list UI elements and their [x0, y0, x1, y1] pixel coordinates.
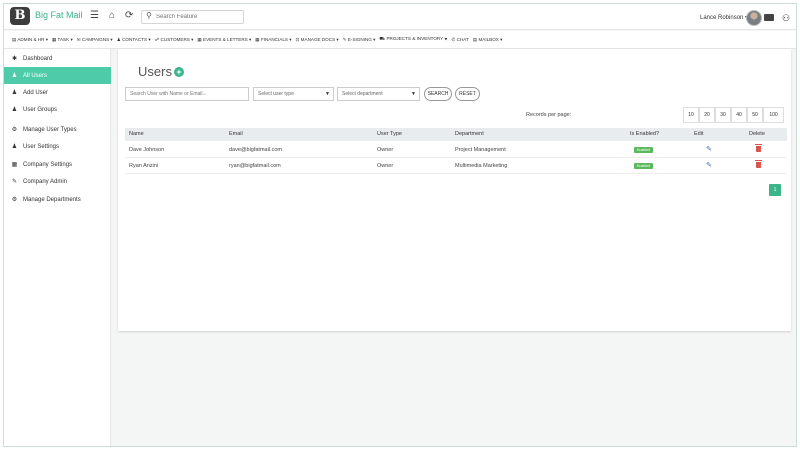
search-icon: ⚲: [146, 11, 152, 20]
search-button[interactable]: SEARCH: [424, 87, 452, 101]
edit-pencil-icon[interactable]: ✎: [706, 145, 712, 153]
department-value: Select department: [342, 91, 383, 97]
table-header: Name Email User Type Department Is Enabl…: [125, 128, 787, 141]
sidebar-item-all-users[interactable]: ♟ All Users: [4, 67, 111, 84]
sidebar-item-dashboard[interactable]: ✱ Dashboard: [4, 50, 111, 67]
cell-department: Multimedia Marketing: [455, 163, 508, 169]
sidebar-item-user-groups[interactable]: ♟ User Groups: [4, 101, 111, 118]
records-per-page-label: Records per page:: [526, 112, 572, 118]
hamburger-menu-icon[interactable]: ☰: [90, 10, 99, 22]
column-delete: Delete: [749, 131, 765, 137]
status-badge: Enabled: [634, 147, 654, 153]
users-icon: ♟: [11, 107, 18, 113]
sidebar-item-label: User Settings: [23, 143, 60, 150]
nav-manage-docs[interactable]: ⊡ MANAGE DOCS ▾: [296, 37, 339, 43]
dashboard-icon: ✱: [11, 56, 18, 62]
cell-name: Dave Johnson: [129, 147, 165, 153]
nav-e-signing[interactable]: ✎ E-SIGNING ▾: [343, 37, 376, 43]
sidebar-item-company-admin[interactable]: ✎ Company Admin: [4, 173, 111, 190]
sidebar-item-label: Dashboard: [23, 55, 53, 62]
records-option-30[interactable]: 30: [715, 107, 731, 123]
sidebar-item-label: Manage Departments: [23, 196, 81, 203]
trash-icon[interactable]: [755, 160, 762, 168]
main-nav: ▤ ADMIN & HR ▾ ▦ TASK ▾ ✉ CAMPAIGNS ▾ ♟ …: [4, 31, 796, 49]
column-email[interactable]: Email: [229, 131, 243, 137]
sidebar-item-company-settings[interactable]: ▦ Company Settings: [4, 156, 111, 173]
trash-icon[interactable]: [755, 144, 762, 152]
nav-campaigns[interactable]: ✉ CAMPAIGNS ▾: [77, 37, 113, 43]
cell-department: Project Management: [455, 147, 506, 153]
status-badge: Enabled: [634, 163, 654, 169]
wrench-icon: ✎: [11, 179, 18, 185]
app-logo[interactable]: B: [10, 7, 30, 25]
nav-customers[interactable]: ☍ CUSTOMERS ▾: [155, 37, 194, 43]
user-menu[interactable]: Lance Robinson ▾: [700, 14, 748, 21]
sidebar-item-label: User Groups: [23, 106, 58, 113]
sidebar-item-add-user[interactable]: ♟ Add User: [4, 84, 111, 101]
feature-search[interactable]: ⚲: [141, 10, 244, 24]
user-icon: ♟: [11, 73, 18, 79]
nav-mailbox[interactable]: ▤ MAILBOX ▾: [473, 37, 503, 43]
cell-email: dave@bigfatmail.com: [229, 147, 282, 153]
chevron-down-icon: ▼: [325, 91, 330, 97]
app-window: B Big Fat Mail ☰ ⌂ ⟳ ⚲ Lance Robinson ▾ …: [3, 3, 797, 447]
gear-icon: ⚙: [11, 127, 18, 133]
add-user-icon[interactable]: +: [174, 67, 184, 77]
brand-name[interactable]: Big Fat Mail: [35, 10, 83, 20]
cell-email: ryan@bigfatmail.com: [229, 163, 281, 169]
id-card-icon[interactable]: [764, 14, 774, 21]
home-icon[interactable]: ⌂: [109, 10, 115, 22]
department-select[interactable]: Select department ▼: [337, 87, 420, 101]
records-option-20[interactable]: 20: [699, 107, 715, 123]
table-row: Ryan Anzini ryan@bigfatmail.com Owner Mu…: [125, 158, 787, 174]
column-name[interactable]: Name: [129, 131, 144, 137]
cell-user-type: Owner: [377, 163, 394, 169]
sidebar-item-label: Company Admin: [23, 178, 68, 185]
users-icon[interactable]: ⚇: [782, 13, 790, 24]
nav-contacts[interactable]: ♟ CONTACTS ▾: [117, 37, 151, 43]
refresh-icon[interactable]: ⟳: [125, 10, 133, 22]
building-icon: ▦: [11, 162, 18, 168]
user-search-input[interactable]: [125, 87, 249, 101]
user-settings-icon: ♟: [11, 144, 18, 150]
table-row: Dave Johnson dave@bigfatmail.com Owner P…: [125, 142, 787, 158]
records-option-50[interactable]: 50: [747, 107, 763, 123]
nav-projects-inventory[interactable]: ⛟ PROJECTS & INVENTORY ▾: [379, 36, 447, 43]
nav-chat[interactable]: ✆ CHAT: [452, 37, 469, 43]
column-user-type[interactable]: User Type: [377, 131, 402, 137]
feature-search-input[interactable]: [156, 12, 242, 22]
column-is-enabled[interactable]: Is Enabled?: [630, 131, 659, 137]
cell-user-type: Owner: [377, 147, 394, 153]
records-option-100[interactable]: 100: [763, 107, 784, 123]
column-department[interactable]: Department: [455, 131, 484, 137]
nav-events-letters[interactable]: ▦ EVENTS & LETTERS ▾: [197, 37, 251, 43]
user-type-value: Select user type: [258, 91, 294, 97]
chevron-down-icon: ▼: [411, 91, 416, 97]
page-title: Users: [138, 64, 172, 79]
sidebar-item-label: Company Settings: [23, 161, 73, 168]
users-panel: Users + Select user type ▼ Select depart…: [118, 49, 791, 331]
gears-icon: ⚙: [11, 197, 18, 203]
sidebar-item-label: Add User: [23, 89, 49, 96]
sidebar-item-manage-user-types[interactable]: ⚙ Manage User Types: [4, 121, 111, 138]
nav-task[interactable]: ▦ TASK ▾: [52, 37, 73, 43]
sidebar-item-label: All Users: [23, 72, 48, 79]
nav-admin-hr[interactable]: ▤ ADMIN & HR ▾: [12, 37, 48, 43]
add-user-icon: ♟: [11, 90, 18, 96]
reset-button[interactable]: RESET: [455, 87, 480, 101]
edit-pencil-icon[interactable]: ✎: [706, 161, 712, 169]
pagination-page-1[interactable]: 1: [769, 184, 781, 196]
records-option-40[interactable]: 40: [731, 107, 747, 123]
avatar[interactable]: [746, 10, 762, 26]
cell-name: Ryan Anzini: [129, 163, 159, 169]
sidebar: ✱ Dashboard ♟ All Users ♟ Add User ♟ Use…: [4, 49, 111, 446]
user-type-select[interactable]: Select user type ▼: [253, 87, 334, 101]
nav-financials[interactable]: ▦ FINANCIALS ▾: [255, 37, 291, 43]
sidebar-item-label: Manage User Types: [23, 126, 77, 133]
records-option-10[interactable]: 10: [683, 107, 699, 123]
column-edit: Edit: [694, 131, 704, 137]
sidebar-item-manage-departments[interactable]: ⚙ Manage Departments: [4, 191, 111, 208]
top-bar: B Big Fat Mail ☰ ⌂ ⟳ ⚲ Lance Robinson ▾ …: [4, 4, 796, 30]
sidebar-item-user-settings[interactable]: ♟ User Settings: [4, 138, 111, 155]
